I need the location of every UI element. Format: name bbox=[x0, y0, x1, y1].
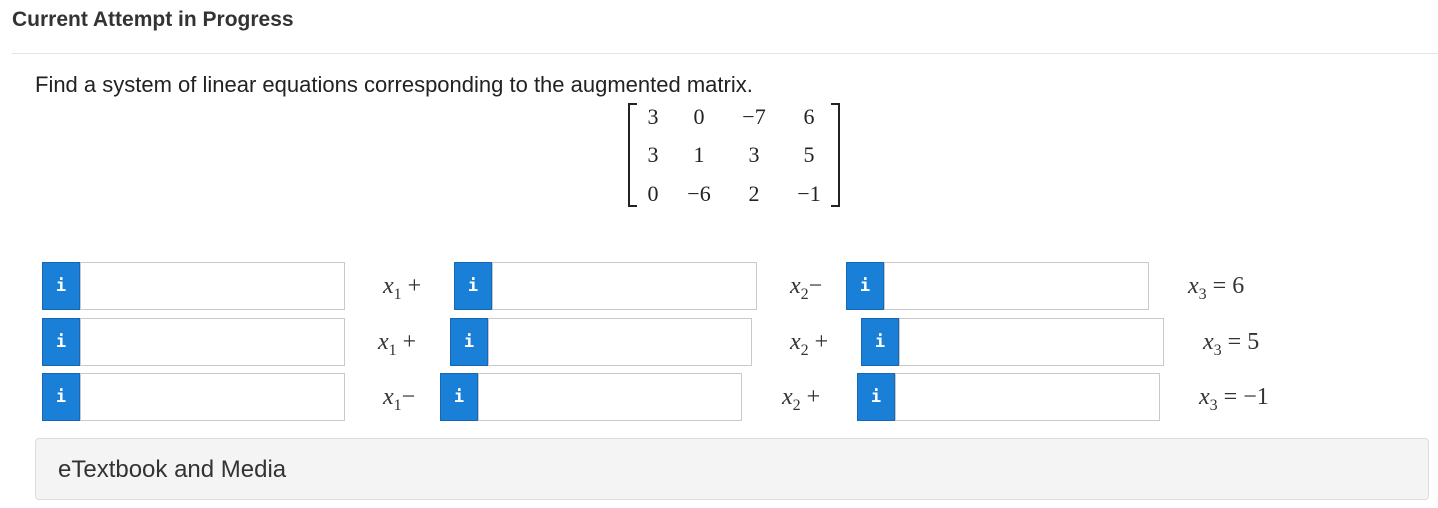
matrix-cell: 3 bbox=[647, 104, 659, 129]
matrix-cell: −7 bbox=[742, 104, 766, 129]
matrix-cell: 1 bbox=[693, 142, 705, 167]
matrix-cell: 5 bbox=[803, 142, 815, 167]
coefficient-input-r2-c2[interactable] bbox=[488, 318, 752, 366]
coefficient-input-r3-c3[interactable] bbox=[895, 373, 1160, 421]
variable-x2-label: x2− bbox=[790, 273, 823, 303]
matrix-cell: 0 bbox=[647, 181, 659, 206]
variable-x1-label: x1− bbox=[383, 384, 416, 414]
etextbook-media-label: eTextbook and Media bbox=[58, 456, 287, 483]
coefficient-input-r2-c3[interactable] bbox=[899, 318, 1164, 366]
matrix-cell: 2 bbox=[748, 181, 760, 206]
info-button[interactable]: i bbox=[454, 262, 492, 310]
variable-x3-label: x3 = −1 bbox=[1199, 384, 1269, 414]
matrix-right-bracket bbox=[831, 103, 840, 207]
variable-x2-label: x2 + bbox=[790, 329, 829, 359]
matrix-cell: 0 bbox=[693, 104, 705, 129]
augmented-matrix: 3 0 −7 6 3 1 3 5 0 −6 2 −1 bbox=[628, 103, 840, 207]
matrix-cell: 3 bbox=[748, 142, 760, 167]
info-button[interactable]: i bbox=[440, 373, 478, 421]
variable-x2-label: x2 + bbox=[782, 384, 821, 414]
coefficient-input-r1-c1[interactable] bbox=[80, 262, 345, 310]
info-button[interactable]: i bbox=[42, 318, 80, 366]
coefficient-input-r2-c1[interactable] bbox=[80, 318, 345, 366]
info-button[interactable]: i bbox=[846, 262, 884, 310]
question-text: Find a system of linear equations corres… bbox=[35, 72, 753, 97]
matrix-cell: 3 bbox=[647, 142, 659, 167]
info-button[interactable]: i bbox=[42, 262, 80, 310]
coefficient-input-r3-c2[interactable] bbox=[478, 373, 742, 421]
variable-x1-label: x1 + bbox=[383, 273, 422, 303]
matrix-cell: −1 bbox=[797, 181, 821, 206]
info-button[interactable]: i bbox=[857, 373, 895, 421]
variable-x3-label: x3 = 5 bbox=[1203, 329, 1260, 359]
info-button[interactable]: i bbox=[42, 373, 80, 421]
divider bbox=[12, 53, 1438, 54]
variable-x3-label: x3 = 6 bbox=[1188, 273, 1245, 303]
coefficient-input-r1-c3[interactable] bbox=[884, 262, 1149, 310]
attempt-title: Current Attempt in Progress bbox=[12, 8, 294, 31]
info-button[interactable]: i bbox=[861, 318, 899, 366]
variable-x1-label: x1 + bbox=[378, 329, 417, 359]
etextbook-media-panel[interactable]: eTextbook and Media bbox=[35, 438, 1429, 500]
info-button[interactable]: i bbox=[450, 318, 488, 366]
coefficient-input-r1-c2[interactable] bbox=[492, 262, 757, 310]
coefficient-input-r3-c1[interactable] bbox=[80, 373, 345, 421]
matrix-cell: −6 bbox=[687, 181, 711, 206]
matrix-cell: 6 bbox=[803, 104, 815, 129]
